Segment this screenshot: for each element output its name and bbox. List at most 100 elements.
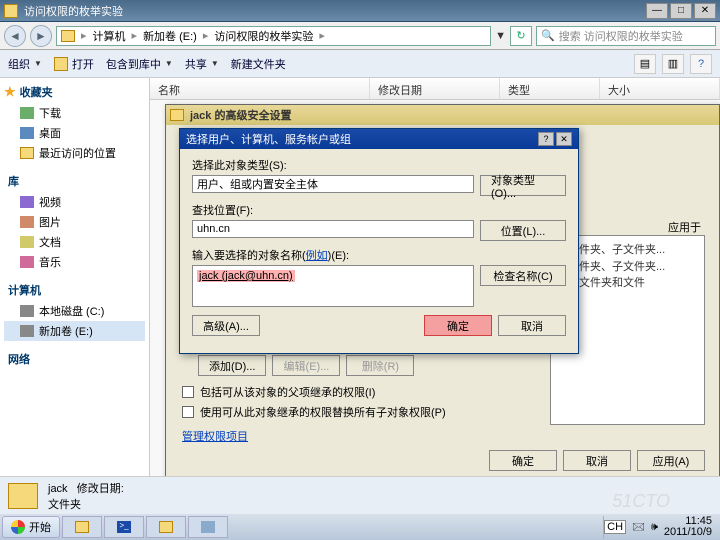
dialog-titlebar: jack 的高级安全设置 xyxy=(166,105,719,125)
nav-volume-e[interactable]: 新加卷 (E:) xyxy=(4,321,145,341)
clock[interactable]: 11:45 2011/10/9 xyxy=(664,516,712,538)
tray-icon[interactable]: 🕪 xyxy=(651,521,658,534)
window-title: 访问权限的枚举实验 xyxy=(24,3,123,19)
start-button[interactable]: 开始 xyxy=(2,516,60,538)
checkbox[interactable] xyxy=(182,406,194,418)
computer-header[interactable]: 计算机 xyxy=(4,282,145,298)
taskbar-explorer[interactable] xyxy=(62,516,102,538)
manage-permissions-link[interactable]: 管理权限项目 xyxy=(182,431,248,443)
nav-music[interactable]: 音乐 xyxy=(4,252,145,272)
inherit-checkbox-row[interactable]: 包括可从该对象的父项继承的权限(I) xyxy=(182,384,705,400)
object-name-input[interactable]: jack (jack@uhn.cn) xyxy=(192,265,474,307)
new-folder-button[interactable]: 新建文件夹 xyxy=(231,56,286,72)
music-icon xyxy=(20,256,34,268)
network-header[interactable]: 网络 xyxy=(4,351,145,367)
breadcrumb[interactable]: ▸ 计算机 ▸ 新加卷 (E:) ▸ 访问权限的枚举实验 ▸ xyxy=(56,26,491,46)
navigation-pane: ★收藏夹 下载 桌面 最近访问的位置 库 视频 图片 文档 音乐 计算机 本地磁… xyxy=(0,78,150,488)
explorer-toolbar: 组织▼ 打开 包含到库中▼ 共享▼ 新建文件夹 ▤ ▥ ? xyxy=(0,50,720,78)
crumb-folder[interactable]: 访问权限的枚举实验 xyxy=(214,28,313,44)
favorites-header[interactable]: ★收藏夹 xyxy=(4,84,145,100)
desktop-icon xyxy=(20,127,34,139)
system-tray: CH 🖂 🕪 11:45 2011/10/9 xyxy=(603,516,718,538)
add-button[interactable]: 添加(D)... xyxy=(198,355,266,376)
include-library-menu[interactable]: 包含到库中▼ xyxy=(106,56,173,72)
nav-pictures[interactable]: 图片 xyxy=(4,212,145,232)
apply-button[interactable]: 应用(A) xyxy=(637,450,705,471)
applies-to-header: 应用于 xyxy=(668,219,701,235)
star-icon: ★ xyxy=(4,84,16,100)
col-name[interactable]: 名称 xyxy=(150,78,370,99)
dialog-titlebar: 选择用户、计算机、服务帐户或组 ? ✕ xyxy=(180,129,578,149)
picture-icon xyxy=(20,216,34,228)
location-field: uhn.cn xyxy=(192,220,474,238)
selected-item-type: 文件夹 xyxy=(48,496,124,512)
minimize-button[interactable]: — xyxy=(646,3,668,19)
folder-icon xyxy=(170,109,184,121)
col-size[interactable]: 大小 xyxy=(600,78,720,99)
nav-documents[interactable]: 文档 xyxy=(4,232,145,252)
crumb-computer[interactable]: 计算机 xyxy=(93,28,126,44)
crumb-drive[interactable]: 新加卷 (E:) xyxy=(143,28,197,44)
back-button[interactable]: ◄ xyxy=(4,25,26,47)
nav-desktop[interactable]: 桌面 xyxy=(4,123,145,143)
delete-button: 删除(R) xyxy=(346,355,414,376)
taskbar-app[interactable] xyxy=(188,516,228,538)
replace-checkbox-row[interactable]: 使用可从此对象继承的权限替换所有子对象权限(P) xyxy=(182,404,705,420)
cancel-button[interactable]: 取消 xyxy=(498,315,566,336)
folder-icon xyxy=(54,57,68,71)
examples-link[interactable]: 例如 xyxy=(306,250,328,262)
taskbar: 开始 >_ CH 🖂 🕪 11:45 2011/10/9 xyxy=(0,514,720,540)
nav-local-disk-c[interactable]: 本地磁盘 (C:) xyxy=(4,301,145,321)
tray-icon[interactable]: 🖂 xyxy=(632,518,645,537)
search-icon: 🔍 xyxy=(541,29,555,42)
recent-icon xyxy=(20,147,34,159)
col-type[interactable]: 类型 xyxy=(500,78,600,99)
object-name-label: 输入要选择的对象名称(例如)(E): xyxy=(192,247,566,263)
ime-indicator[interactable]: CH xyxy=(604,520,626,534)
cancel-button[interactable]: 取消 xyxy=(563,450,631,471)
checkbox[interactable] xyxy=(182,386,194,398)
taskbar-folder[interactable] xyxy=(146,516,186,538)
open-button[interactable]: 打开 xyxy=(54,56,94,72)
selected-item-name: jack xyxy=(48,483,68,495)
locations-button[interactable]: 位置(L)... xyxy=(480,220,566,241)
disk-icon xyxy=(20,325,34,337)
location-label: 查找位置(F): xyxy=(192,202,566,218)
folder-icon xyxy=(61,30,75,42)
ok-button[interactable]: 确定 xyxy=(489,450,557,471)
advanced-button[interactable]: 高级(A)... xyxy=(192,315,260,336)
details-pane: jack 修改日期: 文件夹 xyxy=(0,476,720,514)
close-button[interactable]: ✕ xyxy=(556,132,572,146)
view-button[interactable]: ▤ xyxy=(634,54,656,74)
close-button[interactable]: ✕ xyxy=(694,3,716,19)
share-menu[interactable]: 共享▼ xyxy=(185,56,219,72)
refresh-button[interactable]: ↻ xyxy=(510,26,532,46)
download-icon xyxy=(20,107,34,119)
ok-button[interactable]: 确定 xyxy=(424,315,492,336)
edit-button: 编辑(E)... xyxy=(272,355,340,376)
disk-icon xyxy=(20,305,34,317)
nav-videos[interactable]: 视频 xyxy=(4,192,145,212)
col-date[interactable]: 修改日期 xyxy=(370,78,500,99)
select-user-dialog: 选择用户、计算机、服务帐户或组 ? ✕ 选择此对象类型(S): 用户、组或内置安… xyxy=(179,128,579,354)
help-button[interactable]: ? xyxy=(538,132,554,146)
check-names-button[interactable]: 检查名称(C) xyxy=(480,265,566,286)
window-titlebar: 访问权限的枚举实验 — □ ✕ xyxy=(0,0,720,22)
preview-button[interactable]: ▥ xyxy=(662,54,684,74)
video-icon xyxy=(20,196,34,208)
folder-icon xyxy=(8,483,38,509)
object-type-field: 用户、组或内置安全主体 xyxy=(192,175,474,193)
search-input[interactable]: 🔍 搜索 访问权限的枚举实验 xyxy=(536,26,716,46)
libraries-header[interactable]: 库 xyxy=(4,173,145,189)
maximize-button[interactable]: □ xyxy=(670,3,692,19)
object-types-button[interactable]: 对象类型(O)... xyxy=(480,175,566,196)
forward-button[interactable]: ► xyxy=(30,25,52,47)
nav-recent[interactable]: 最近访问的位置 xyxy=(4,143,145,163)
address-bar: ◄ ► ▸ 计算机 ▸ 新加卷 (E:) ▸ 访问权限的枚举实验 ▸ ▼ ↻ 🔍… xyxy=(0,22,720,50)
document-icon xyxy=(20,236,34,248)
nav-downloads[interactable]: 下载 xyxy=(4,103,145,123)
help-button[interactable]: ? xyxy=(690,54,712,74)
organize-menu[interactable]: 组织▼ xyxy=(8,56,42,72)
taskbar-powershell[interactable]: >_ xyxy=(104,516,144,538)
windows-orb-icon xyxy=(11,520,25,534)
